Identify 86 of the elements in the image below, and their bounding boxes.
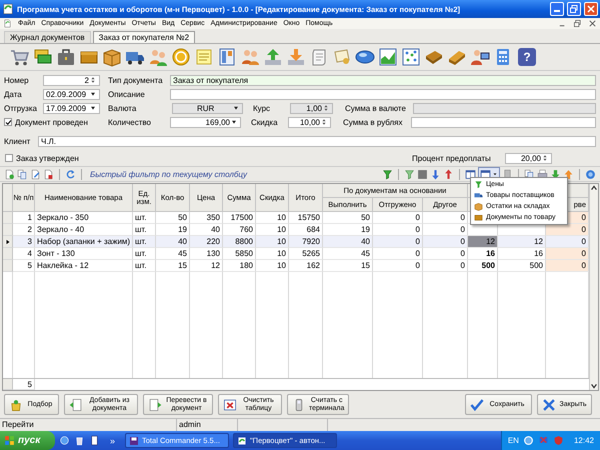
table-cell: 0 [373,212,423,224]
table-cell: Наклейка - 12 [35,260,133,272]
help-button[interactable]: ? [518,48,536,66]
clock: 12:42 [574,436,594,445]
table-cell: 220 [190,236,223,248]
table-cell: 130 [190,248,223,260]
checkbox-label: Заказ утвержден [16,154,79,162]
table-cell: 45 [323,248,373,260]
table-cell: 180 [223,260,256,272]
table-cell: шт. [133,260,156,272]
table-cell: 0 [423,212,468,224]
table-cell: 12 [190,260,223,272]
table-cell: 350 [190,212,223,224]
table-cell: 50 [156,212,190,224]
quantity-dropdown[interactable]: 169,00 [170,116,241,128]
table-cell: 500 [468,260,498,272]
more-button[interactable]: » [110,436,116,446]
field-label: Сумма в рублях [343,118,404,126]
table-cell: 16 [468,248,498,260]
field-label: Количество [108,118,152,126]
prepayment-field[interactable]: 20,00 [505,152,552,164]
table-cell: 0 [373,260,423,272]
field-label: Номер [4,76,30,84]
table-cell: 10 [256,248,289,260]
table-cell: 10 [256,212,289,224]
field-label: Процент предоплаты [412,154,492,162]
row-count: 5 [13,379,35,390]
field-label: Тип документа [108,76,164,84]
table-cell: 0 [546,260,589,272]
table-cell: 15750 [289,212,323,224]
table-cell: 0 [423,248,468,260]
document-tab[interactable]: Журнал документов [4,31,91,43]
field-label: Валюта [108,104,138,112]
field-label: Дата [4,90,23,98]
checkbox-label: Документ проведен [15,118,88,126]
table-cell: 5265 [289,248,323,260]
field-label: Описание [108,90,146,98]
table-cell: 45 [156,248,190,260]
table-cell: 40 [156,236,190,248]
table-cell: шт. [133,212,156,224]
table-cell: 5850 [223,248,256,260]
date-field[interactable]: 17.09.2009 [43,102,100,114]
table-cell: 15 [323,260,373,272]
table-cell: 40 [323,236,373,248]
table-cell: 15 [156,260,190,272]
currency-dropdown[interactable]: RUR [172,102,243,114]
table-cell: 5 [13,260,35,272]
table-cell: 8800 [223,236,256,248]
table-cell: 0 [546,224,589,236]
field-label: Отгрузка [4,104,38,112]
rate-field[interactable]: 1,00 [290,102,333,114]
table-row[interactable]: 5 Наклейка - 12 шт. 15 12 180 10 162 15 0 0 500 500 0 [3,260,589,272]
table-cell: Набор (запанки + зажим) [35,236,133,248]
date-field[interactable]: 02.09.2009 [43,88,100,100]
discount-field[interactable]: 10,00 [288,116,331,128]
table-cell: 0 [546,248,589,260]
table-cell: 3 [13,236,35,248]
table-cell: 4 [13,248,35,260]
table-cell: 12 [468,236,498,248]
table-cell: Зонт - 130 [35,248,133,260]
document-tab[interactable]: Заказ от покупателя №2 [92,31,196,43]
table-cell: шт. [133,248,156,260]
field-label: Клиент [4,136,32,146]
table-cell: 0 [373,248,423,260]
table-cell: шт. [133,236,156,248]
table-cell: 12 [498,236,546,248]
table-cell: 17500 [223,212,256,224]
field-label: Сумма в валюте [345,104,407,112]
table-cell: 1 [13,212,35,224]
table-cell: 7920 [289,236,323,248]
field-label: Курс [253,104,272,112]
table-cell: 162 [289,260,323,272]
table-row[interactable]: 4 Зонт - 130 шт. 45 130 5850 10 5265 45 0 0 16 16 0 [3,248,589,260]
language-indicator[interactable]: EN [508,436,519,445]
table-cell: 0 [373,236,423,248]
table-row[interactable]: 3 Набор (запанки + зажим) шт. 40 220 8800 10 7920 40 0 0 12 12 0 [3,236,589,248]
client-field[interactable]: Ч.Л. [38,136,596,146]
table-cell: 10 [256,236,289,248]
table-cell: 50 [323,212,373,224]
number-field[interactable]: 2 [43,74,100,86]
table-cell: 0 [423,260,468,272]
field-label: Скидка [251,118,279,126]
quick-filter-label: Быстрый фильтр по текущему столбцу [90,170,248,178]
table-cell: Зеркало - 350 [35,212,133,224]
document-type-field[interactable]: Заказ от покупателя [170,74,596,86]
table-cell: 10 [256,260,289,272]
